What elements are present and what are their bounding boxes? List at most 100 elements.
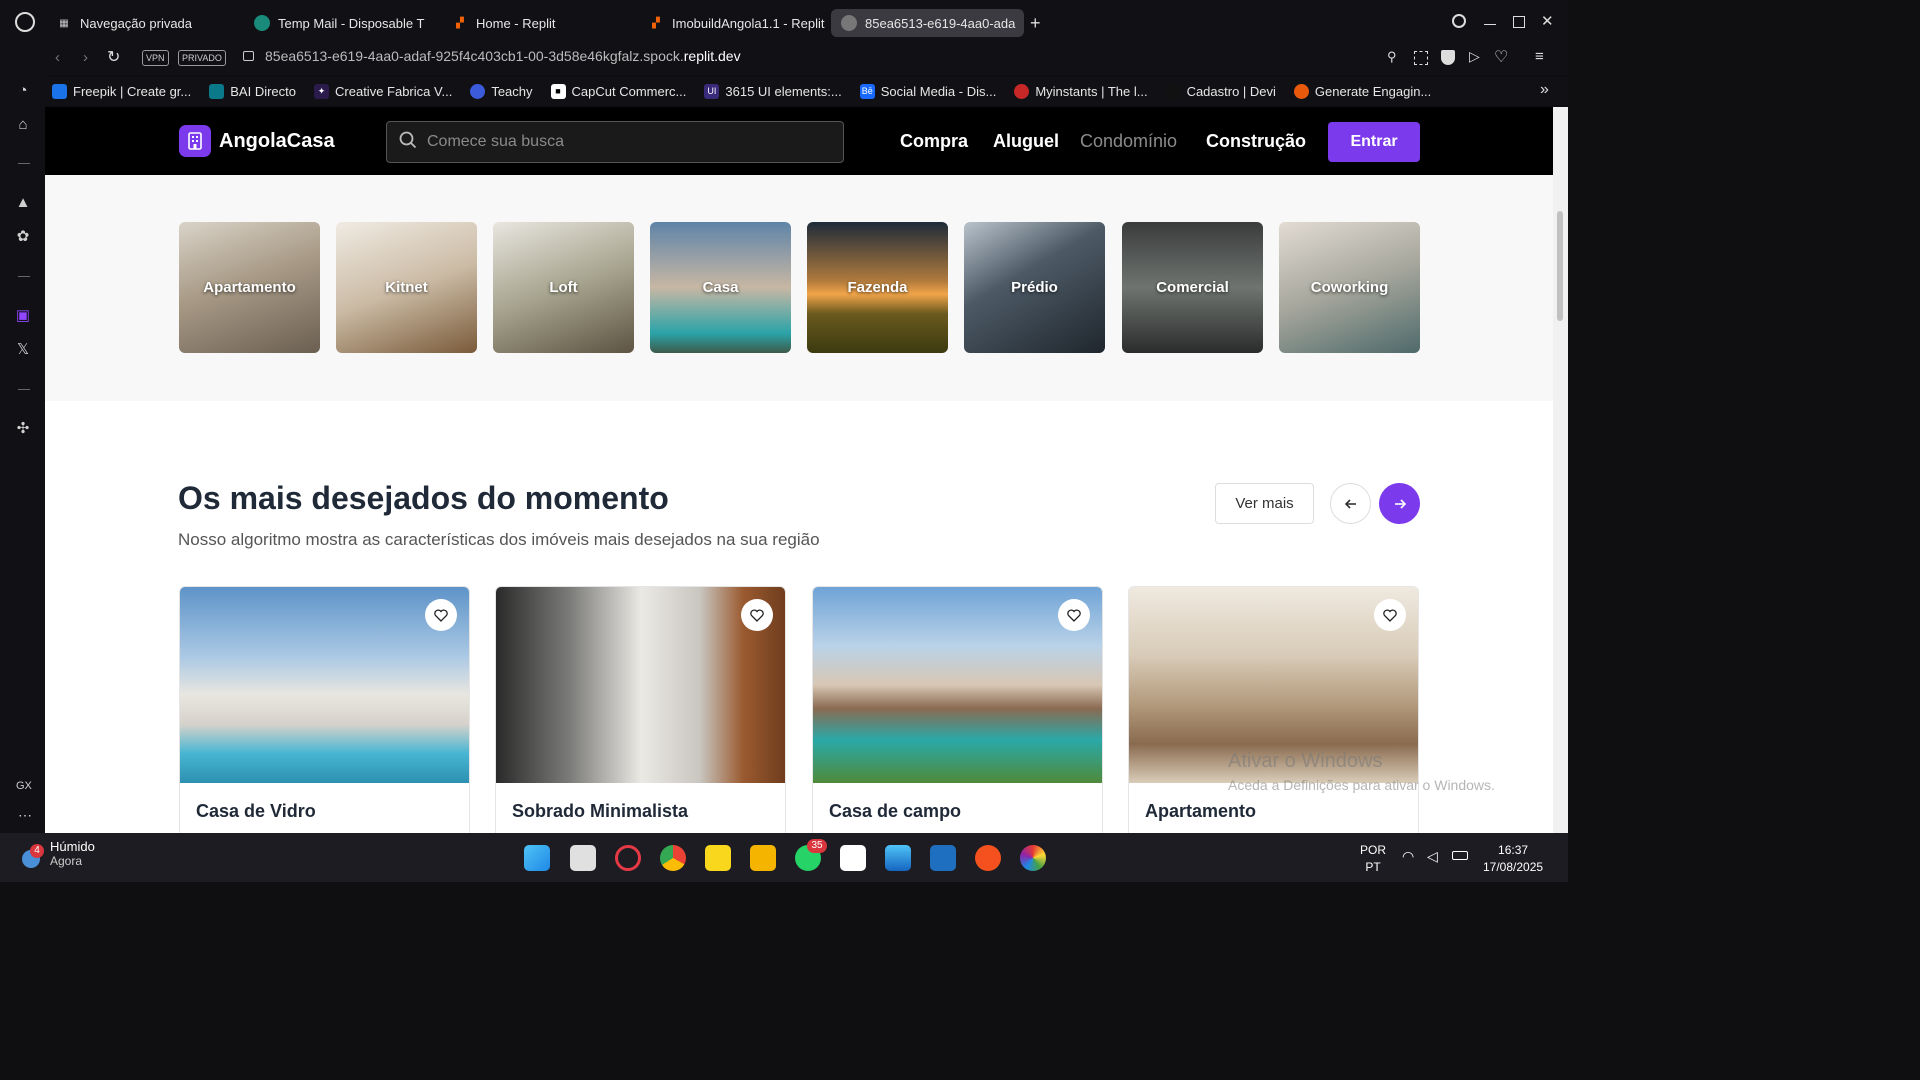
twitch-icon[interactable]: ▣ xyxy=(14,307,32,325)
category-label: Casa xyxy=(702,279,739,296)
url-field[interactable]: 85ea6513-e619-4aa0-adaf-925f4c403cb1-00-… xyxy=(265,48,741,64)
language-indicator[interactable]: POR PT xyxy=(1360,843,1386,874)
bookmark-label: BAI Directo xyxy=(230,83,297,99)
bookmark-myinstants[interactable]: Myinstants | The l... xyxy=(1014,83,1148,99)
property-card[interactable]: Casa de Vidro xyxy=(179,586,470,833)
more-icon[interactable]: ⋯ xyxy=(18,807,32,824)
extensions-icon[interactable]: ✣ xyxy=(14,420,32,438)
task-view-icon[interactable] xyxy=(570,845,596,871)
volume-icon[interactable]: ◁ xyxy=(1427,848,1438,865)
ea-app-icon[interactable] xyxy=(975,845,1001,871)
bookmark-ui-elements[interactable]: UI 3615 UI elements:... xyxy=(704,83,842,99)
chevron-right-icon[interactable]: » xyxy=(1540,81,1549,99)
tab-private[interactable]: ▦ Navegação privada xyxy=(46,9,236,37)
nav-construcao[interactable]: Construção xyxy=(1206,131,1306,152)
login-button[interactable]: Entrar xyxy=(1328,122,1420,162)
tab-replit-home[interactable]: ▞ Home - Replit xyxy=(442,9,632,37)
bookmark-teachy[interactable]: Teachy xyxy=(470,83,533,99)
category-loft[interactable]: Loft xyxy=(493,222,634,353)
see-more-button[interactable]: Ver mais xyxy=(1215,483,1314,524)
activation-watermark-text: Aceda a Definições para ativar o Windows… xyxy=(1228,777,1495,793)
category-comercial[interactable]: Comercial xyxy=(1122,222,1263,353)
workspace-icon[interactable]: ⌂ xyxy=(14,116,32,134)
property-card[interactable]: Apartamento xyxy=(1128,586,1419,833)
x-twitter-icon[interactable]: 𝕏 xyxy=(14,341,32,359)
category-casa[interactable]: Casa xyxy=(650,222,791,353)
nav-compra[interactable]: Compra xyxy=(900,131,968,152)
favorite-heart-icon[interactable] xyxy=(1374,599,1406,631)
search-input[interactable] xyxy=(427,133,827,151)
menu-icon[interactable]: ≡ xyxy=(1535,48,1544,65)
writing-app-icon[interactable] xyxy=(840,845,866,871)
windows-start-icon[interactable] xyxy=(524,845,550,871)
prev-button[interactable] xyxy=(1330,483,1371,524)
bookmark-freepik[interactable]: Freepik | Create gr... xyxy=(52,83,191,99)
pin-icon[interactable]: ⚲ xyxy=(1387,49,1397,65)
weather-widget[interactable]: 4 Húmido Agora xyxy=(18,839,95,868)
aria-icon[interactable]: ▲ xyxy=(14,194,32,212)
url-prefix: 85ea6513-e619-4aa0-adaf-925f4c403cb1-00-… xyxy=(265,48,684,64)
bookmark-generate[interactable]: Generate Engagin... xyxy=(1293,83,1431,99)
tab-replit-project[interactable]: ▞ ImobuildAngola1.1 - Replit xyxy=(638,9,828,37)
favorite-heart-icon[interactable] xyxy=(425,599,457,631)
back-icon[interactable]: ‹ xyxy=(55,49,60,66)
bookmark-capcut[interactable]: ■ CapCut Commerc... xyxy=(550,83,686,99)
forward-icon[interactable]: › xyxy=(83,49,88,66)
play-icon[interactable]: ▷ xyxy=(1469,48,1480,65)
scrollbar-thumb[interactable] xyxy=(1557,211,1563,321)
category-predio[interactable]: Prédio xyxy=(964,222,1105,353)
clock[interactable]: 16:37 17/08/2025 xyxy=(1483,843,1543,874)
tab-temp-mail[interactable]: Temp Mail - Disposable T xyxy=(244,9,434,37)
site-logo[interactable]: AngolaCasa xyxy=(179,125,335,157)
opera-logo-icon[interactable] xyxy=(15,12,35,32)
search-tabs-icon[interactable] xyxy=(1452,14,1466,28)
reload-icon[interactable]: ↻ xyxy=(107,47,120,67)
property-card[interactable]: Sobrado Minimalista xyxy=(495,586,786,833)
snapshot-icon[interactable] xyxy=(1414,51,1428,65)
bookmark-bai[interactable]: BAI Directo xyxy=(209,83,297,99)
chatgpt-icon[interactable]: ✿ xyxy=(14,228,32,246)
whatsapp-icon[interactable]: 35 xyxy=(795,839,827,871)
close-icon[interactable]: ✕ xyxy=(1541,12,1554,30)
history-icon[interactable]: ◔ xyxy=(14,82,32,100)
wifi-icon[interactable]: ◠ xyxy=(1402,848,1414,865)
heart-icon[interactable]: ♡ xyxy=(1494,47,1508,67)
minimize-icon[interactable] xyxy=(1484,24,1496,25)
nav-condominio[interactable]: Condomínio xyxy=(1080,131,1177,152)
vpn-badge[interactable]: VPN xyxy=(142,50,169,66)
shield-icon[interactable] xyxy=(1441,50,1455,65)
tab-label: Navegação privada xyxy=(80,15,193,31)
page-scrollbar[interactable] xyxy=(1553,107,1568,833)
search-box[interactable] xyxy=(386,121,844,163)
sticky-notes-icon[interactable] xyxy=(705,845,731,871)
property-title: Apartamento xyxy=(1145,801,1257,821)
lock-icon[interactable] xyxy=(243,51,254,61)
category-fazenda[interactable]: Fazenda xyxy=(807,222,948,353)
maximize-icon[interactable] xyxy=(1513,16,1525,28)
color-app-icon[interactable] xyxy=(1020,845,1046,871)
next-button[interactable] xyxy=(1379,483,1420,524)
bookmark-label: Myinstants | The l... xyxy=(1035,83,1148,99)
bookmark-behance[interactable]: Bē Social Media - Dis... xyxy=(859,83,996,99)
category-apartamento[interactable]: Apartamento xyxy=(179,222,320,353)
battery-icon[interactable] xyxy=(1452,851,1468,860)
property-card[interactable]: Casa de campo xyxy=(812,586,1103,833)
chrome-icon[interactable] xyxy=(660,845,686,871)
freepik-icon xyxy=(52,83,67,99)
file-explorer-icon[interactable] xyxy=(750,845,776,871)
property-title: Sobrado Minimalista xyxy=(512,801,689,821)
category-coworking[interactable]: Coworking xyxy=(1279,222,1420,353)
tab-current[interactable]: 85ea6513-e619-4aa0-ada xyxy=(831,9,1024,37)
game-app-icon[interactable] xyxy=(930,845,956,871)
category-kitnet[interactable]: Kitnet xyxy=(336,222,477,353)
clock-time: 16:37 xyxy=(1498,843,1529,857)
gx-icon[interactable]: GX xyxy=(16,780,32,792)
bookmark-devi[interactable]: Cadastro | Devi xyxy=(1165,83,1276,99)
favorite-heart-icon[interactable] xyxy=(1058,599,1090,631)
opera-gx-icon[interactable] xyxy=(615,845,641,871)
new-tab-button[interactable]: + xyxy=(1030,13,1041,34)
nav-aluguel[interactable]: Aluguel xyxy=(993,131,1059,152)
bookmark-creative-fabrica[interactable]: ✦ Creative Fabrica V... xyxy=(314,83,452,99)
favorite-heart-icon[interactable] xyxy=(741,599,773,631)
photos-icon[interactable] xyxy=(885,845,911,871)
